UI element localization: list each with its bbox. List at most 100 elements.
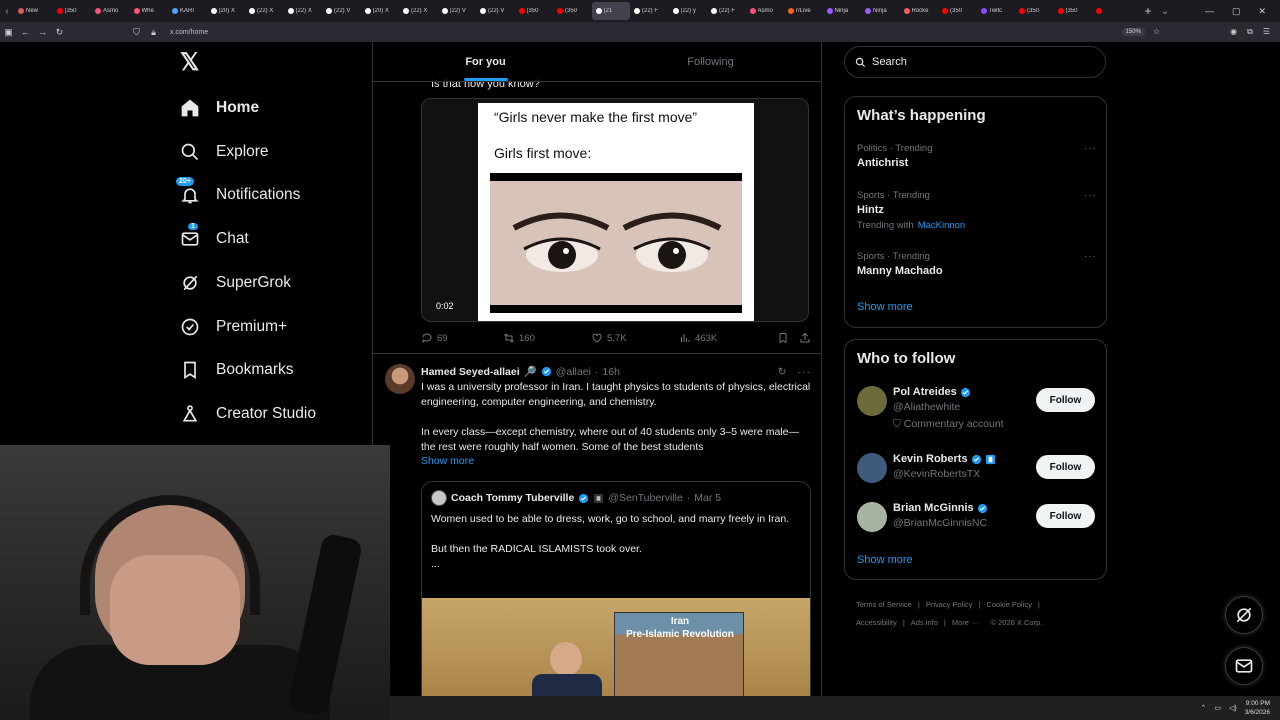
footer-ads[interactable]: Ads info	[911, 618, 938, 627]
browser-tab[interactable]: (22) X	[284, 2, 323, 20]
sidebar-toggle-icon[interactable]: ▣	[0, 27, 17, 38]
bookmark-star-icon[interactable]: ☆	[1153, 27, 1160, 37]
follow-suggestion[interactable]: Pol Atreides @Aliathewhite ⛉ Commentary …	[857, 386, 1095, 430]
post-time[interactable]: 16h	[602, 366, 620, 378]
post-video[interactable]: “Girls never make the first move” Girls …	[421, 98, 809, 322]
grok-floating-button[interactable]	[1225, 596, 1263, 634]
system-clock[interactable]: 9:00 PM 3/6/2026	[1245, 699, 1270, 717]
avatar[interactable]	[857, 386, 887, 416]
new-tab-button[interactable]: +	[1138, 4, 1158, 18]
close-icon[interactable]: ✕	[1258, 6, 1266, 17]
views-button[interactable]: 463K	[679, 332, 771, 344]
trending-with-link[interactable]: MacKinnon	[918, 220, 966, 231]
tab-for-you[interactable]: For you	[373, 42, 598, 81]
zoom-level-badge[interactable]: 150%	[1121, 28, 1145, 36]
nav-item-chat[interactable]: 1 Chat	[180, 223, 249, 254]
bookmark-button[interactable]	[777, 332, 789, 344]
footer-more[interactable]: More ···	[952, 618, 979, 627]
browser-tab[interactable]: (21	[591, 2, 630, 20]
address-bar[interactable]: x.com/home	[170, 29, 208, 36]
follow-show-more-link[interactable]: Show more	[857, 554, 913, 566]
author-name[interactable]: Hamed Seyed-allaei	[421, 366, 520, 378]
browser-tab[interactable]: (350	[938, 2, 977, 20]
footer-accessibility[interactable]: Accessibility	[856, 618, 897, 627]
search-input[interactable]: Search	[844, 46, 1106, 78]
follow-button[interactable]: Follow	[1036, 504, 1095, 528]
maximize-icon[interactable]: ▢	[1232, 6, 1241, 17]
browser-tab[interactable]: (350	[1054, 2, 1093, 20]
browser-tab[interactable]: Asmo	[91, 2, 130, 20]
shield-icon[interactable]: ⛉	[128, 27, 145, 38]
extensions-icon[interactable]: ⧉	[1247, 27, 1253, 37]
browser-tab[interactable]: Rocke	[900, 2, 939, 20]
browser-tab[interactable]: (20) X	[361, 2, 400, 20]
tab-following[interactable]: Following	[598, 42, 821, 81]
browser-tab[interactable]: (22) F	[707, 2, 746, 20]
reload-icon[interactable]: ↻	[51, 27, 68, 38]
browser-tab[interactable]: (22) y	[669, 2, 708, 20]
show-more-link[interactable]: Show more	[421, 455, 474, 467]
lock-icon[interactable]: 🔒︎	[145, 27, 162, 38]
share-button[interactable]	[799, 332, 811, 344]
nav-item-supergrok[interactable]: SuperGrok	[180, 268, 291, 298]
back-icon[interactable]: ←	[17, 27, 34, 37]
follow-button[interactable]: Follow	[1036, 455, 1095, 479]
follow-suggestion[interactable]: Brian McGinnis @BrianMcGinnisNC Follow	[857, 502, 1095, 538]
messages-floating-button[interactable]	[1225, 647, 1263, 685]
browser-tab[interactable]: New	[14, 2, 53, 20]
browser-tab[interactable]: (350	[553, 2, 592, 20]
minimize-icon[interactable]: —	[1205, 6, 1214, 17]
browser-tab[interactable]: (350	[515, 2, 554, 20]
volume-icon[interactable]: ◁)	[1229, 704, 1237, 712]
browser-tab[interactable]: (22) X	[245, 2, 284, 20]
browser-tab[interactable]	[1092, 2, 1131, 20]
trend-item[interactable]: Sports · Trending Manny Machado ···	[857, 251, 1097, 277]
follow-button[interactable]: Follow	[1036, 388, 1095, 412]
browser-tab[interactable]: KARI	[168, 2, 207, 20]
repost-button[interactable]: 160	[503, 332, 591, 344]
more-options-icon[interactable]: ···	[1084, 143, 1097, 154]
browser-tab[interactable]: (22) V	[322, 2, 361, 20]
browser-tab[interactable]: Ninja	[823, 2, 862, 20]
x-logo-icon[interactable]: 𝕏	[180, 51, 202, 75]
nav-item-creator-studio[interactable]: Creator Studio	[180, 399, 316, 429]
avatar[interactable]	[857, 502, 887, 532]
browser-tab[interactable]: Twitc	[977, 2, 1016, 20]
browser-tab[interactable]: r/Live	[784, 2, 823, 20]
browser-tab[interactable]: (20) X	[207, 2, 246, 20]
tab-scroll-left-icon[interactable]: ‹	[0, 6, 14, 17]
more-options-icon[interactable]: ···	[1084, 190, 1097, 201]
browser-tab[interactable]: (350	[53, 2, 92, 20]
account-icon[interactable]: ◉	[1230, 27, 1237, 37]
nav-item-premium[interactable]: Premium+	[180, 312, 287, 342]
author-handle[interactable]: @allaei	[556, 366, 591, 378]
tab-list-chevron-icon[interactable]: ⌄	[1158, 6, 1172, 17]
avatar[interactable]	[857, 453, 887, 483]
network-icon[interactable]: ▭	[1214, 704, 1221, 712]
more-options-icon[interactable]: ···	[1084, 251, 1097, 262]
nav-item-explore[interactable]: Explore	[180, 137, 269, 167]
browser-tab[interactable]: (22) V	[476, 2, 515, 20]
browser-tab[interactable]: Ninja	[861, 2, 900, 20]
more-options-icon[interactable]: ↻ ···	[778, 366, 811, 378]
post[interactable]: Hamed Seyed-allaei 🔎 @allaei · 16h ↻ ··· …	[373, 353, 821, 696]
forward-icon[interactable]: →	[34, 27, 51, 37]
browser-tab[interactable]: (350	[1015, 2, 1054, 20]
reply-button[interactable]: 69	[421, 332, 503, 344]
avatar[interactable]	[385, 364, 415, 394]
like-button[interactable]: 5.7K	[591, 332, 679, 344]
nav-item-bookmarks[interactable]: Bookmarks	[180, 355, 294, 385]
grok-explain-icon[interactable]: ↻	[778, 366, 788, 378]
browser-tab[interactable]: Asmo	[746, 2, 785, 20]
trend-item[interactable]: Politics · Trending Antichrist ···	[857, 143, 1097, 169]
quoted-post[interactable]: Coach Tommy Tuberville @SenTuberville · …	[421, 481, 811, 696]
browser-tab[interactable]: (22) X	[399, 2, 438, 20]
footer-privacy[interactable]: Privacy Policy	[926, 600, 973, 609]
browser-tab[interactable]: (22) V	[438, 2, 477, 20]
trends-show-more-link[interactable]: Show more	[857, 301, 913, 313]
trend-item[interactable]: Sports · Trending Hintz Trending with Mac…	[857, 190, 1097, 231]
menu-icon[interactable]: ☰	[1263, 27, 1270, 37]
quoted-post-image[interactable]: Iran Pre-Islamic Revolution	[422, 598, 810, 696]
footer-cookie[interactable]: Cookie Policy	[986, 600, 1031, 609]
browser-tab[interactable]: (22) F	[630, 2, 669, 20]
